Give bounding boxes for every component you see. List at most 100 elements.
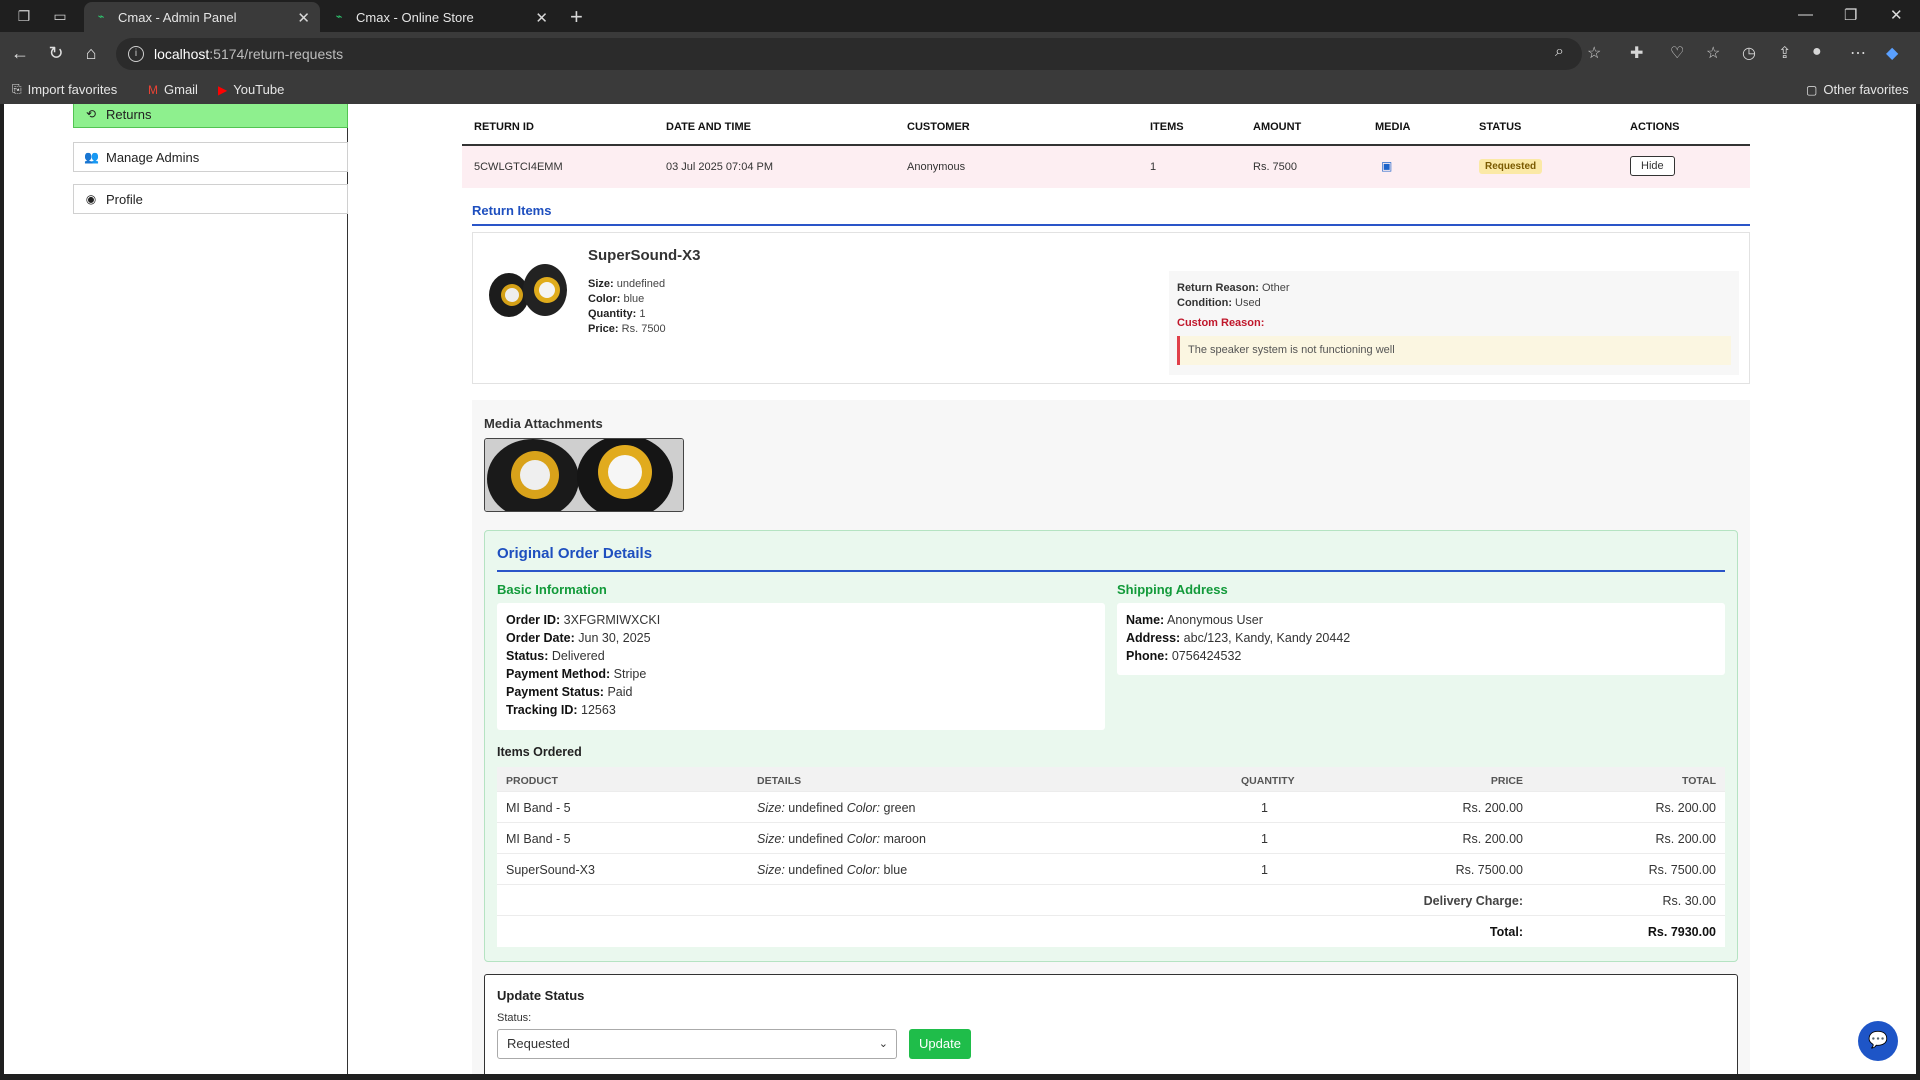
field-label: Address: — [1126, 631, 1181, 645]
custom-reason-text: The speaker system is not functioning we… — [1177, 336, 1731, 365]
page-viewport: ⟲ Returns 👥 Manage Admins ◉ Profile RETU… — [4, 104, 1916, 1074]
browser-essentials-icon[interactable]: ♡ — [1670, 43, 1684, 63]
youtube-icon: ▶ — [218, 82, 228, 97]
custom-reason-label: Custom Reason: — [1177, 317, 1265, 329]
price-label: Price: — [588, 323, 619, 335]
main-content: RETURN ID DATE AND TIME CUSTOMER ITEMS A… — [372, 104, 1772, 1074]
total-row: Total: Rs. 7930.00 — [497, 916, 1725, 947]
zoom-icon[interactable]: ⌕ — [1555, 43, 1564, 61]
chat-icon[interactable]: 💬 — [1858, 1021, 1898, 1061]
table-row: MI Band - 5 Size: undefined Color: maroo… — [497, 823, 1725, 854]
close-tab-icon[interactable]: ✕ — [535, 9, 548, 27]
shipping-address: abc/123, Kandy, Kandy 20442 — [1183, 631, 1351, 645]
color-label: Color: — [846, 863, 881, 877]
user-circle-icon: ◉ — [85, 192, 97, 206]
profile-avatar-icon[interactable]: ● — [1812, 43, 1822, 61]
tab-actions-icon[interactable]: ▭ — [52, 8, 68, 24]
size-value: undefined — [788, 832, 844, 846]
col-status: STATUS — [1479, 121, 1522, 133]
order-details-title: Original Order Details — [497, 545, 653, 562]
col-customer: CUSTOMER — [907, 121, 970, 133]
basic-info-title: Basic Information — [497, 582, 607, 597]
color-value: blue — [623, 293, 645, 305]
cmax-favicon-icon: ⌁ — [335, 11, 343, 23]
return-item-card: SuperSound-X3 Size: undefined Color: blu… — [472, 232, 1750, 384]
hide-button[interactable]: Hide — [1630, 156, 1675, 176]
refresh-icon[interactable]: ↻ — [45, 43, 67, 64]
reason-value: Other — [1261, 282, 1290, 294]
product-name: SuperSound-X3 — [506, 863, 595, 877]
price-value: Rs. 7500 — [621, 323, 666, 335]
favorite-import[interactable]: ⎘ Import favorites — [12, 82, 117, 97]
favorites-icon[interactable]: ☆ — [1706, 43, 1720, 63]
favorite-gmail[interactable]: M Gmail — [148, 82, 198, 97]
tab-admin-panel[interactable]: ⌁ Cmax - Admin Panel ✕ — [84, 2, 320, 32]
delivery-label: Delivery Charge: — [1423, 894, 1523, 908]
workspaces-icon[interactable]: ❐ — [16, 8, 32, 24]
more-options-icon[interactable]: ⋯ — [1850, 43, 1866, 63]
color-label: Color: — [588, 293, 621, 305]
order-date: Jun 30, 2025 — [578, 631, 651, 645]
history-icon[interactable]: ◷ — [1742, 43, 1756, 63]
restore-icon[interactable]: ❐ — [1844, 6, 1857, 24]
back-icon[interactable]: ← — [9, 43, 31, 64]
item-details: Size: undefined Color: maroon — [757, 832, 926, 846]
field-label: Phone: — [1126, 649, 1169, 663]
payment-method: Stripe — [613, 667, 647, 681]
product-details: Size: undefined Color: blue Quantity: 1 … — [588, 277, 666, 337]
favorite-star-icon[interactable]: ☆ — [1587, 43, 1601, 63]
original-order-card: Original Order Details Basic Information… — [484, 530, 1738, 962]
color-value: blue — [883, 863, 908, 877]
update-button[interactable]: Update — [909, 1029, 971, 1059]
field-label: Payment Method: — [506, 667, 611, 681]
field-label: Order ID: — [506, 613, 561, 627]
image-icon[interactable]: ▣ — [1381, 159, 1392, 173]
amount: Rs. 7500 — [1253, 161, 1298, 173]
quantity: 1 — [1261, 863, 1268, 877]
col-product: PRODUCT — [506, 775, 558, 787]
total-label: Total: — [1489, 925, 1523, 939]
sidebar-item-label: Manage Admins — [106, 149, 200, 165]
customer: Anonymous — [907, 161, 966, 173]
reason-label: Return Reason: — [1177, 282, 1259, 294]
price: Rs. 200.00 — [1462, 832, 1523, 846]
size-value: undefined — [788, 863, 844, 877]
status-select[interactable]: Requested ⌄ — [497, 1029, 897, 1059]
sidebar-item-label: Returns — [106, 106, 152, 122]
favorite-youtube[interactable]: ▶ YouTube — [218, 82, 284, 97]
minimize-icon[interactable]: — — [1798, 6, 1813, 23]
new-tab-icon[interactable]: + — [570, 4, 583, 30]
quantity: 1 — [1261, 832, 1268, 846]
other-favorites[interactable]: ▢ Other favorites — [1806, 82, 1909, 97]
status-badge: Requested — [1479, 159, 1543, 174]
tab-title: Cmax - Online Store — [356, 9, 474, 25]
media-attachment-thumbnail[interactable] — [484, 438, 684, 512]
close-window-icon[interactable]: ✕ — [1890, 6, 1903, 24]
favorites-bar: ⎘ Import favorites M Gmail ▶ YouTube ▢ O… — [0, 76, 1920, 104]
field-label: Payment Status: — [506, 685, 604, 699]
sidebar-item-manage-admins[interactable]: 👥 Manage Admins — [73, 142, 348, 172]
tab-online-store[interactable]: ⌁ Cmax - Online Store ✕ — [322, 2, 558, 32]
sidebar: ⟲ Returns 👥 Manage Admins ◉ Profile — [4, 104, 348, 1074]
product-name: MI Band - 5 — [506, 801, 571, 815]
tracking-id: 12563 — [581, 703, 616, 717]
payment-status: Paid — [607, 685, 633, 699]
table-row[interactable]: 5CWLGTCI4EMM 03 Jul 2025 07:04 PM Anonym… — [462, 146, 1750, 188]
copilot-icon[interactable]: ◆ — [1886, 43, 1898, 63]
media-attachments-title: Media Attachments — [484, 416, 603, 431]
status-selected-value: Requested — [507, 1036, 570, 1051]
extensions-icon[interactable]: ✚ — [1630, 43, 1643, 63]
sidebar-item-profile[interactable]: ◉ Profile — [73, 184, 348, 214]
color-label: Color: — [846, 801, 881, 815]
price: Rs. 200.00 — [1462, 801, 1523, 815]
share-icon[interactable]: ⇪ — [1778, 43, 1791, 63]
return-reason-box: Return Reason: Other Condition: Used Cus… — [1169, 271, 1739, 375]
close-tab-icon[interactable]: ✕ — [297, 9, 310, 27]
url-input[interactable]: i localhost:5174/return-requests — [116, 38, 1582, 70]
home-icon[interactable]: ⌂ — [80, 43, 102, 64]
folder-icon: ▢ — [1806, 82, 1818, 97]
table-row: SuperSound-X3 Size: undefined Color: blu… — [497, 854, 1725, 885]
table-header: RETURN ID DATE AND TIME CUSTOMER ITEMS A… — [462, 104, 1750, 146]
sidebar-item-returns[interactable]: ⟲ Returns — [73, 104, 348, 128]
site-info-icon[interactable]: i — [128, 46, 144, 62]
